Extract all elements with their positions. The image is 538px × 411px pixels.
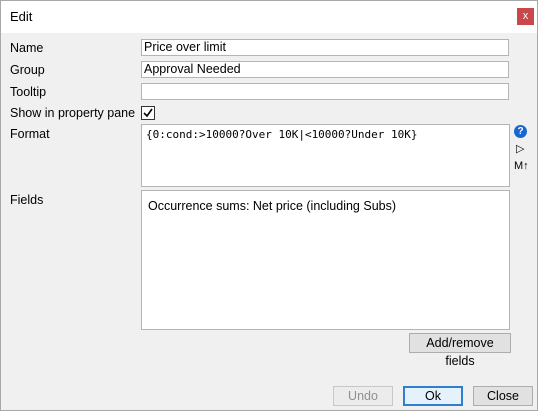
tooltip-input[interactable]	[141, 83, 509, 100]
add-remove-fields-button[interactable]: Add/remove fields	[409, 333, 511, 368]
ok-button[interactable]: Ok	[403, 386, 463, 406]
play-icon[interactable]: ▷	[516, 142, 524, 155]
title-bar: Edit x	[1, 1, 537, 33]
group-label: Group	[10, 63, 45, 77]
tooltip-label: Tooltip	[10, 85, 47, 99]
mt-icon[interactable]: M↑	[514, 160, 529, 172]
format-textarea[interactable]: {0:cond:>10000?Over 10K|<10000?Under 10K…	[141, 124, 510, 187]
fields-list[interactable]: Occurrence sums: Net price (including Su…	[141, 190, 510, 330]
show-in-pane-checkbox[interactable]	[141, 106, 155, 120]
checkmark-icon	[143, 108, 153, 118]
fields-item[interactable]: Occurrence sums: Net price (including Su…	[148, 199, 396, 213]
name-label: Name	[10, 41, 44, 55]
format-label: Format	[10, 127, 50, 141]
dialog-title: Edit	[10, 9, 33, 24]
undo-button[interactable]: Undo	[333, 386, 393, 406]
name-input[interactable]: Price over limit	[141, 39, 509, 56]
close-button[interactable]: Close	[473, 386, 533, 406]
close-window-button[interactable]: x	[517, 8, 534, 25]
show-in-pane-label: Show in property pane	[10, 106, 136, 120]
fields-label: Fields	[10, 193, 44, 207]
group-input[interactable]: Approval Needed	[141, 61, 509, 78]
edit-dialog: Edit x Name Price over limit Group Appro…	[0, 0, 538, 411]
help-icon[interactable]: ?	[514, 125, 527, 138]
